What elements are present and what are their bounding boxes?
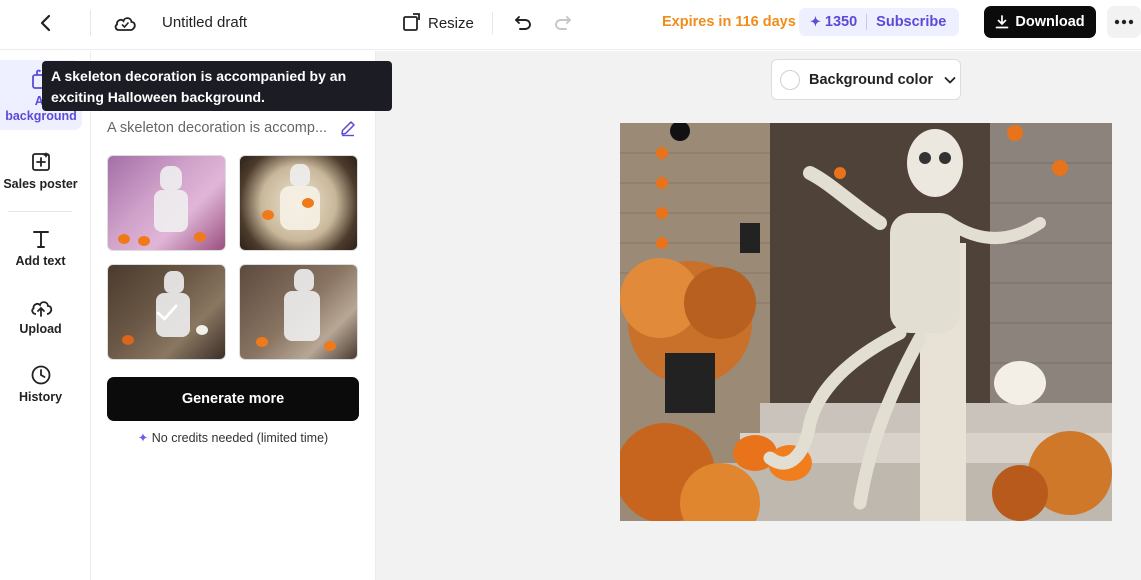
download-label: Download	[1015, 14, 1085, 30]
prompt-text[interactable]: A skeleton decoration is accomp...	[107, 120, 327, 136]
more-dots-icon	[1114, 19, 1134, 25]
left-tool-nav: AI background Sales poster Add text Uplo…	[0, 51, 91, 580]
ai-background-panel: A skeleton decoration is accomp... Gener…	[91, 51, 376, 580]
pumpkin-shape	[194, 232, 206, 242]
resize-button[interactable]: Resize	[401, 9, 474, 37]
expiry-notice: Expires in 116 days	[662, 14, 796, 30]
canvas-area: Background color	[376, 51, 1141, 580]
resize-icon	[403, 13, 420, 31]
background-color-dropdown[interactable]: Background color	[771, 59, 961, 100]
nav-history-label: History	[18, 390, 63, 404]
more-options-button[interactable]	[1107, 6, 1141, 38]
cloud-sync-button[interactable]	[110, 8, 140, 38]
nav-upload[interactable]: Upload	[0, 296, 81, 337]
prompt-tooltip: A skeleton decoration is accompanied by …	[42, 61, 392, 111]
generate-more-button[interactable]: Generate more	[107, 377, 359, 421]
credits-subscribe-pill[interactable]: ✦ 1350 Subscribe	[799, 8, 959, 36]
clock-icon	[31, 365, 50, 385]
pencil-icon	[341, 121, 355, 137]
skeleton-shape	[290, 164, 310, 186]
download-icon	[996, 15, 1009, 29]
pumpkin-shape	[302, 198, 314, 208]
halloween-scene-image	[620, 123, 1112, 521]
pumpkin-shape	[196, 325, 208, 335]
pumpkin-shape	[122, 335, 134, 345]
back-button[interactable]	[30, 7, 62, 39]
checkmark-icon	[156, 304, 178, 321]
nav-sales-poster[interactable]: Sales poster	[0, 151, 81, 192]
sparkle-icon: ✦	[810, 14, 821, 29]
skeleton-shape	[164, 271, 184, 293]
chevron-left-icon	[40, 14, 51, 32]
skeleton-shape	[284, 291, 320, 341]
background-thumbnail-selected[interactable]	[107, 264, 226, 360]
nav-add-text[interactable]: Add text	[0, 228, 81, 269]
skeleton-shape	[294, 269, 314, 291]
background-thumbnail[interactable]	[107, 155, 226, 251]
cloud-upload-icon	[30, 301, 52, 317]
background-color-label: Background color	[809, 71, 934, 88]
divider	[90, 10, 91, 36]
pumpkin-shape	[262, 210, 274, 220]
resize-label: Resize	[428, 14, 474, 32]
no-credits-note: ✦ No credits needed (limited time)	[107, 430, 359, 445]
color-swatch	[780, 69, 800, 90]
pumpkin-shape	[256, 337, 268, 347]
download-button[interactable]: Download	[984, 6, 1096, 38]
pumpkin-shape	[118, 234, 130, 244]
skeleton-shape	[154, 190, 188, 232]
chevron-down-icon	[944, 76, 956, 83]
divider	[492, 12, 493, 34]
nav-history[interactable]: History	[0, 364, 81, 405]
top-bar: Untitled draft Resize Expires in 116 day…	[0, 0, 1141, 50]
sales-poster-icon	[31, 152, 50, 171]
text-icon	[32, 231, 49, 248]
pumpkin-shape	[324, 341, 336, 351]
redo-icon	[555, 16, 571, 30]
undo-icon	[515, 16, 531, 30]
document-title[interactable]: Untitled draft	[162, 14, 247, 31]
sparkle-icon: ✦	[137, 431, 149, 445]
no-credits-text: No credits needed (limited time)	[151, 431, 329, 445]
credits-count: 1350	[824, 14, 858, 30]
divider	[866, 14, 868, 30]
subscribe-button[interactable]: Subscribe	[876, 14, 946, 30]
edit-prompt-button[interactable]	[339, 119, 357, 137]
background-thumbnail[interactable]	[239, 264, 358, 360]
nav-upload-label: Upload	[19, 322, 62, 336]
pumpkin-shape	[138, 236, 150, 246]
generated-image[interactable]	[620, 123, 1112, 521]
redo-button[interactable]	[549, 8, 577, 36]
nav-add-text-label: Add text	[15, 254, 66, 268]
nav-sales-poster-label: Sales poster	[3, 177, 78, 191]
cloud-icon	[114, 17, 136, 31]
skeleton-shape	[280, 186, 320, 230]
skeleton-shape	[160, 166, 182, 190]
divider	[8, 211, 72, 212]
background-thumbnail[interactable]	[239, 155, 358, 251]
undo-button[interactable]	[509, 8, 537, 36]
